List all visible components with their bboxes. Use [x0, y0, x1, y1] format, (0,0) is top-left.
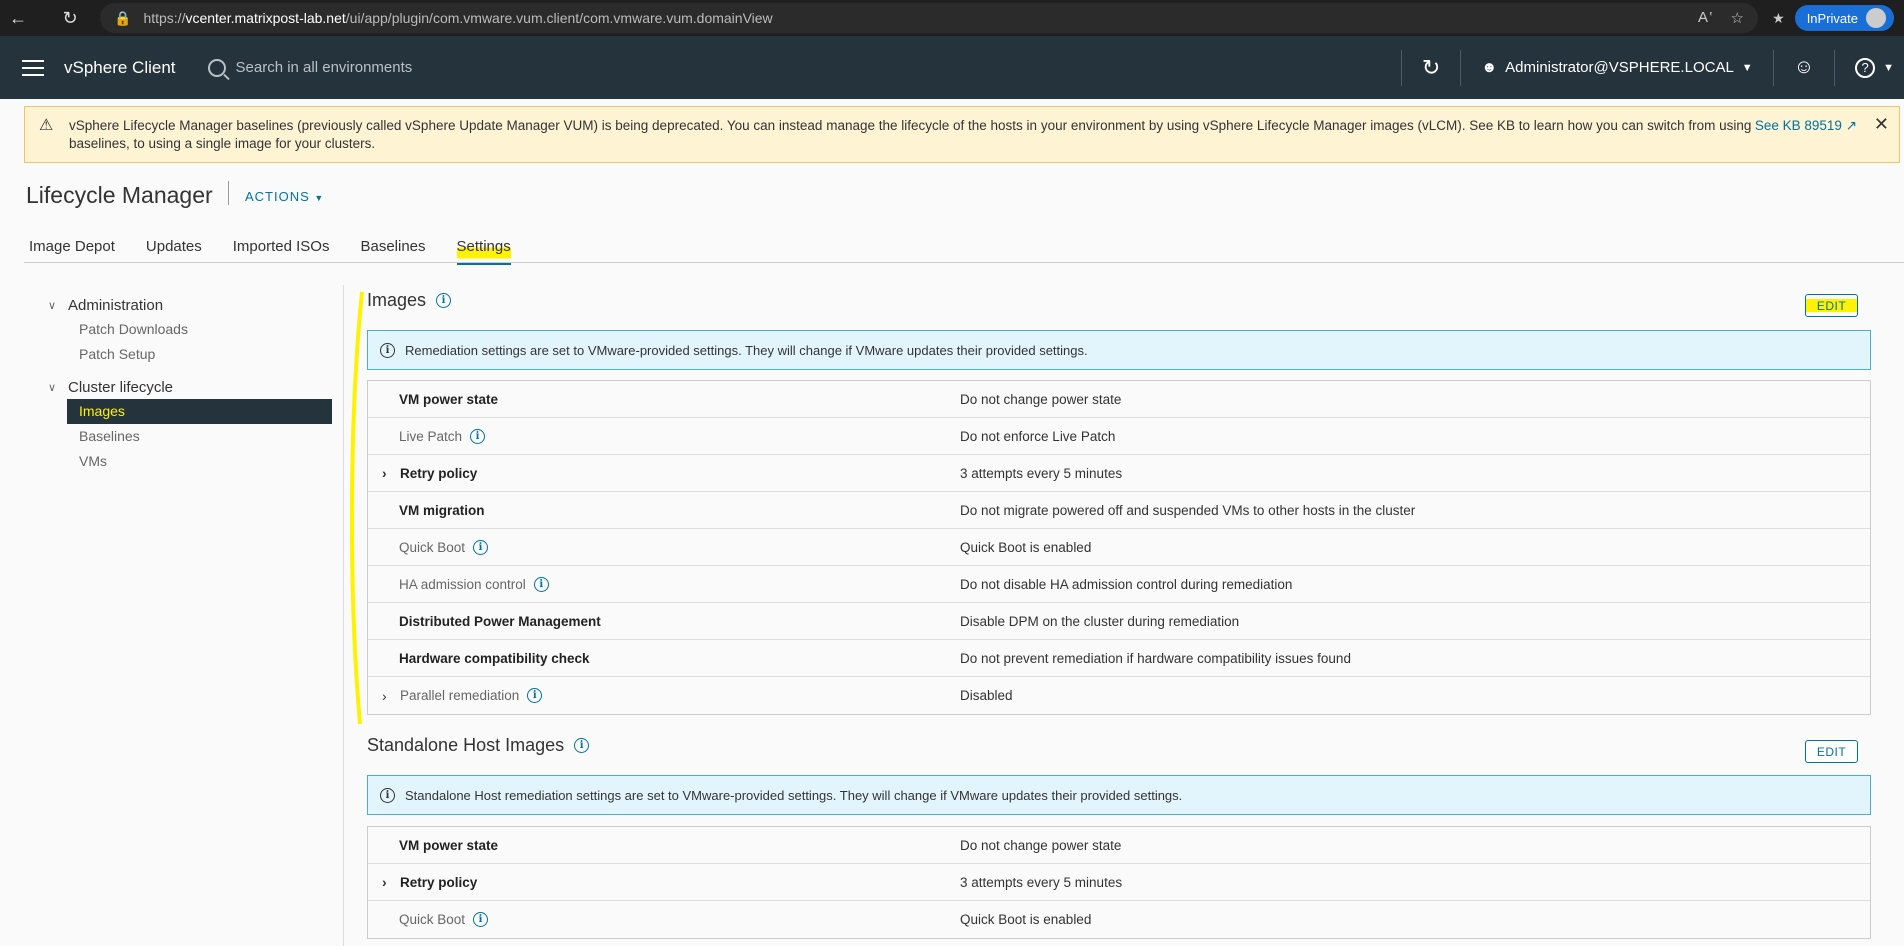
tab-baselines[interactable]: Baselines	[360, 238, 425, 265]
table-row[interactable]: › Retry policy 3 attempts every 5 minutes	[368, 455, 1870, 492]
table-row: VM power state Do not change power state	[368, 381, 1870, 418]
info-icon: i	[380, 787, 395, 803]
info-icon[interactable]: i	[436, 293, 452, 308]
table-row: Quick Boot i Quick Boot is enabled	[368, 901, 1870, 938]
kb-link[interactable]: See KB 89519 ↗	[1755, 117, 1857, 135]
user-name: Administrator@VSPHERE.LOCAL	[1505, 59, 1734, 76]
chevron-down-icon: ▼	[1741, 61, 1753, 74]
standalone-edit-button[interactable]: EDIT	[1805, 740, 1858, 763]
chevron-right-icon[interactable]: ›	[382, 874, 392, 890]
tab-settings[interactable]: Settings	[456, 238, 511, 265]
highlight-mark	[349, 291, 364, 725]
app-title: vSphere Client	[64, 57, 176, 77]
table-row: VM power state Do not change power state	[368, 827, 1870, 864]
user-icon: ☻	[1481, 59, 1498, 76]
user-menu[interactable]: ☻ Administrator@VSPHERE.LOCAL ▼	[1461, 36, 1772, 99]
images-settings-grid: VM power state Do not change power state…	[367, 380, 1871, 715]
settings-nav: ∨ Administration Patch Downloads Patch S…	[48, 295, 332, 474]
reload-icon[interactable]: ↻	[52, 0, 88, 36]
url-prefix: https://	[143, 10, 186, 26]
table-row: Distributed Power Management Disable DPM…	[368, 603, 1870, 640]
help-icon: ?	[1855, 57, 1876, 78]
url-path: /ui/app/plugin/com.vmware.vum.client/com…	[345, 10, 773, 26]
standalone-section-title: Standalone Host Images i	[367, 735, 590, 756]
nav-group-administration[interactable]: ∨ Administration	[48, 295, 332, 315]
help-menu[interactable]: ? ▼	[1835, 36, 1904, 99]
favorites-icon[interactable]: ★	[1772, 10, 1785, 27]
refresh-icon[interactable]: ↻	[1402, 36, 1460, 99]
info-icon: i	[380, 342, 395, 358]
tab-image-depot[interactable]: Image Depot	[29, 238, 115, 265]
images-edit-button[interactable]: EDIT	[1805, 294, 1858, 317]
chevron-down-icon: ▼	[314, 193, 325, 203]
table-row: HA admission control i Do not disable HA …	[368, 566, 1870, 603]
table-row: Live Patch i Do not enforce Live Patch	[368, 418, 1870, 455]
url-host: vcenter.matrixpost-lab.net	[185, 10, 346, 26]
table-row[interactable]: › Parallel remediation i Disabled	[368, 677, 1870, 714]
menu-icon[interactable]	[22, 59, 44, 76]
lock-icon: 🔒	[114, 9, 132, 26]
chevron-down-icon: ▼	[1883, 61, 1894, 74]
table-row: Hardware compatibility check Do not prev…	[368, 640, 1870, 677]
search-icon	[207, 58, 226, 77]
profile-avatar	[1866, 8, 1886, 28]
info-icon[interactable]: i	[473, 912, 489, 927]
nav-item-images[interactable]: Images	[67, 399, 332, 424]
tab-imported-isos[interactable]: Imported ISOs	[233, 238, 330, 265]
images-section-title: Images i	[367, 290, 452, 311]
nav-item-patch-downloads[interactable]: Patch Downloads	[48, 317, 332, 342]
chevron-down-icon: ∨	[48, 299, 57, 312]
chevron-right-icon[interactable]: ›	[382, 465, 392, 481]
external-link-icon: ↗	[1845, 118, 1857, 133]
table-row: VM migration Do not migrate powered off …	[368, 492, 1870, 529]
table-row[interactable]: › Retry policy 3 attempts every 5 minutes	[368, 864, 1870, 901]
back-arrow-icon[interactable]: ←	[0, 0, 36, 36]
info-icon[interactable]: i	[470, 428, 486, 444]
address-bar[interactable]: 🔒 https://vcenter.matrixpost-lab.net/ui/…	[100, 3, 1758, 33]
standalone-settings-grid: VM power state Do not change power state…	[367, 826, 1871, 939]
images-info-alert: i Remediation settings are set to VMware…	[367, 330, 1871, 370]
inprivate-badge[interactable]: InPrivate	[1794, 5, 1894, 31]
close-icon[interactable]: ✕	[1874, 115, 1889, 133]
app-header: vSphere Client Search in all environment…	[0, 36, 1904, 99]
search-placeholder: Search in all environments	[235, 59, 413, 76]
nav-group-cluster-lifecycle[interactable]: ∨ Cluster lifecycle	[48, 377, 332, 397]
browser-toolbar: ← ↻ 🔒 https://vcenter.matrixpost-lab.net…	[0, 0, 1904, 36]
deprecation-banner: ⚠ vSphere Lifecycle Manager baselines (p…	[24, 106, 1900, 163]
tab-updates[interactable]: Updates	[146, 238, 202, 265]
nav-item-patch-setup[interactable]: Patch Setup	[48, 342, 332, 367]
favorite-star-icon[interactable]: ☆	[1731, 9, 1744, 27]
info-icon[interactable]: i	[473, 539, 489, 555]
info-icon[interactable]: i	[533, 576, 549, 592]
banner-text: vSphere Lifecycle Manager baselines (pre…	[69, 118, 1752, 151]
tab-bar: Image Depot Updates Imported ISOs Baseli…	[29, 238, 511, 265]
warning-icon: ⚠	[39, 117, 54, 134]
page-title: Lifecycle Manager	[26, 182, 213, 208]
standalone-info-alert: i Standalone Host remediation settings a…	[367, 775, 1871, 815]
global-search[interactable]: Search in all environments	[207, 58, 413, 77]
actions-menu[interactable]: ACTIONS ▼	[245, 189, 324, 204]
table-row: Quick Boot i Quick Boot is enabled	[368, 529, 1870, 566]
chevron-down-icon: ∨	[48, 381, 57, 394]
nav-item-vms[interactable]: VMs	[48, 449, 332, 474]
chevron-right-icon[interactable]: ›	[382, 688, 392, 704]
nav-item-baselines[interactable]: Baselines	[48, 424, 332, 449]
info-icon[interactable]: i	[574, 738, 590, 753]
read-aloud-icon[interactable]: A ‛	[1698, 9, 1713, 27]
feedback-smiley-icon[interactable]: ☺	[1774, 36, 1834, 99]
info-icon[interactable]: i	[527, 688, 543, 703]
